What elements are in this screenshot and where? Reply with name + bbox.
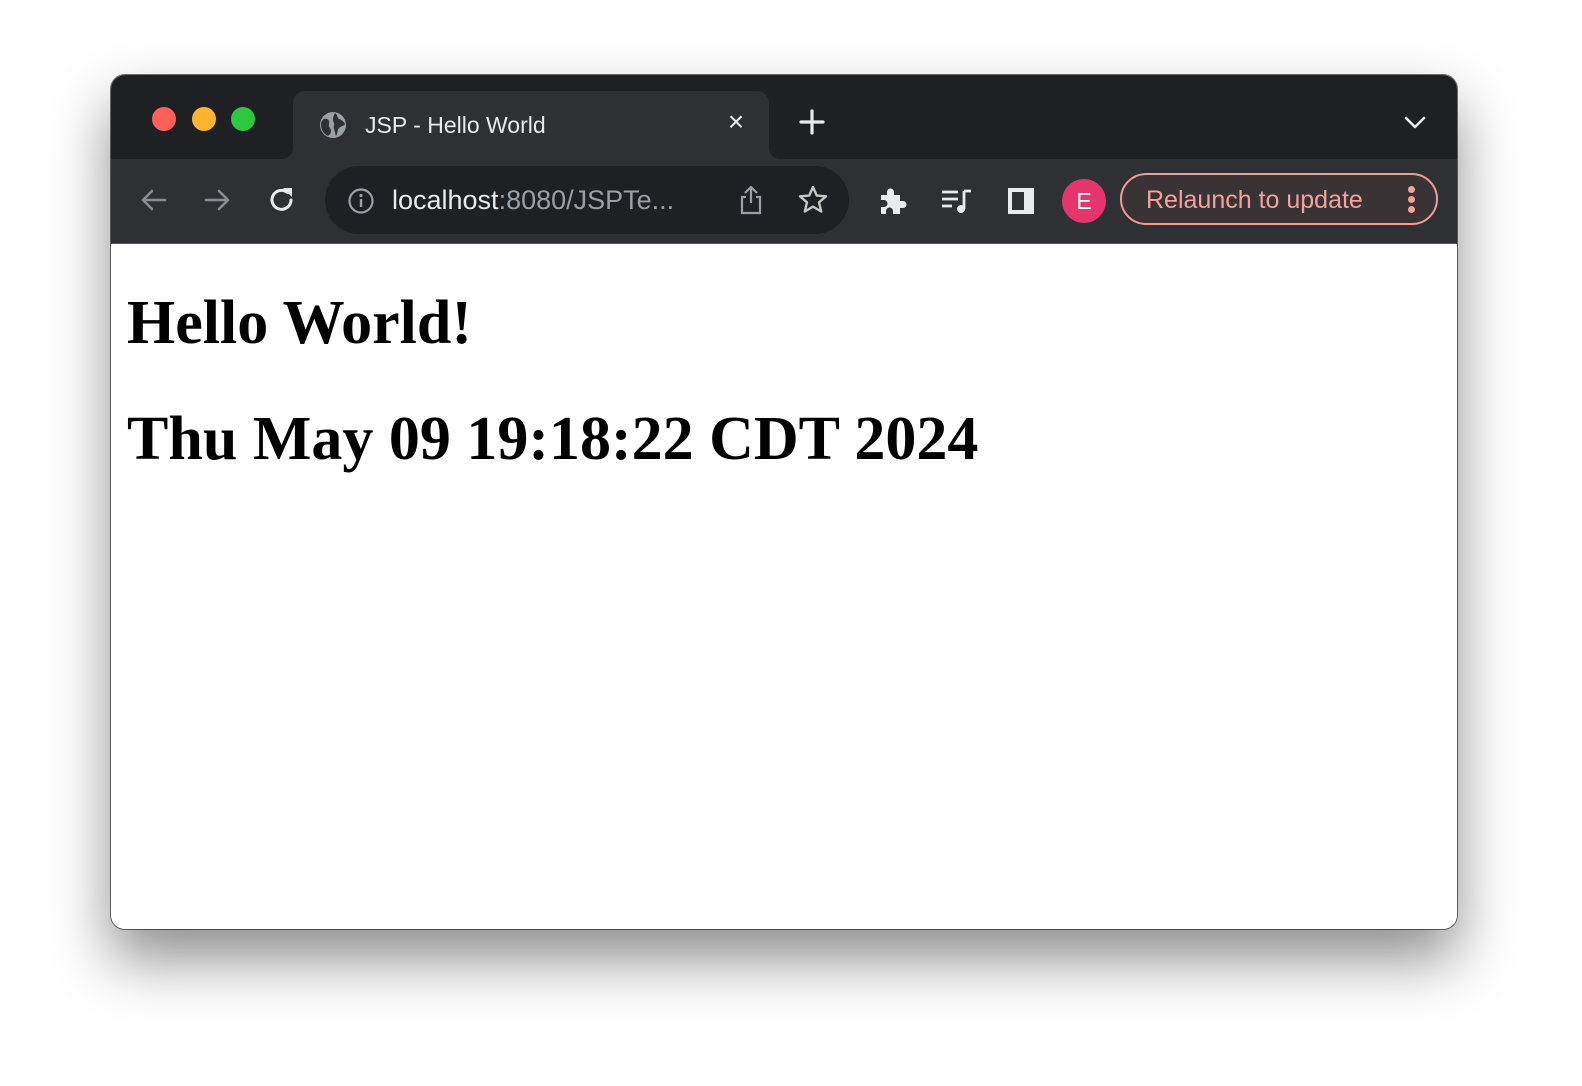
forward-button[interactable] — [200, 183, 234, 217]
relaunch-to-update-button[interactable]: Relaunch to update — [1120, 173, 1438, 225]
title-bar: JSP - Hello World × — [111, 75, 1457, 159]
back-button[interactable] — [137, 183, 171, 217]
url-host: localhost — [392, 185, 499, 215]
tab-title: JSP - Hello World — [365, 112, 546, 138]
date-heading: Thu May 09 19:18:22 CDT 2024 — [127, 405, 979, 473]
close-window-button[interactable] — [152, 107, 176, 131]
url-path: :8080/JSPTe... — [498, 185, 675, 215]
globe-icon — [320, 112, 346, 138]
side-panel-icon[interactable] — [1006, 186, 1036, 216]
new-tab-button[interactable] — [797, 107, 827, 137]
zoom-window-button[interactable] — [231, 107, 255, 131]
relaunch-label: Relaunch to update — [1146, 186, 1363, 214]
tab-active[interactable]: JSP - Hello World × — [281, 91, 781, 159]
media-controls-icon[interactable] — [940, 185, 974, 217]
more-menu-kebab-icon[interactable] — [1408, 186, 1416, 214]
browser-window: JSP - Hello World × localhost:8080/JSPTe… — [111, 75, 1457, 929]
address-bar[interactable]: localhost:8080/JSPTe... — [325, 166, 849, 234]
hello-heading: Hello World! — [127, 289, 473, 357]
bookmark-star-icon[interactable] — [797, 184, 829, 216]
tab-search-chevron-down-icon[interactable] — [1403, 113, 1427, 133]
info-icon[interactable] — [347, 187, 375, 215]
close-tab-icon[interactable]: × — [721, 107, 751, 137]
minimize-window-button[interactable] — [192, 107, 216, 131]
share-icon[interactable] — [737, 184, 765, 216]
extensions-puzzle-icon[interactable] — [876, 184, 910, 218]
page-content: Hello World! Thu May 09 19:18:22 CDT 202… — [111, 244, 1457, 929]
url-text[interactable]: localhost:8080/JSPTe... — [392, 184, 674, 216]
toolbar: localhost:8080/JSPTe... E Relaunch to up… — [111, 159, 1457, 244]
reload-button[interactable] — [265, 183, 299, 217]
profile-avatar[interactable]: E — [1062, 179, 1106, 223]
